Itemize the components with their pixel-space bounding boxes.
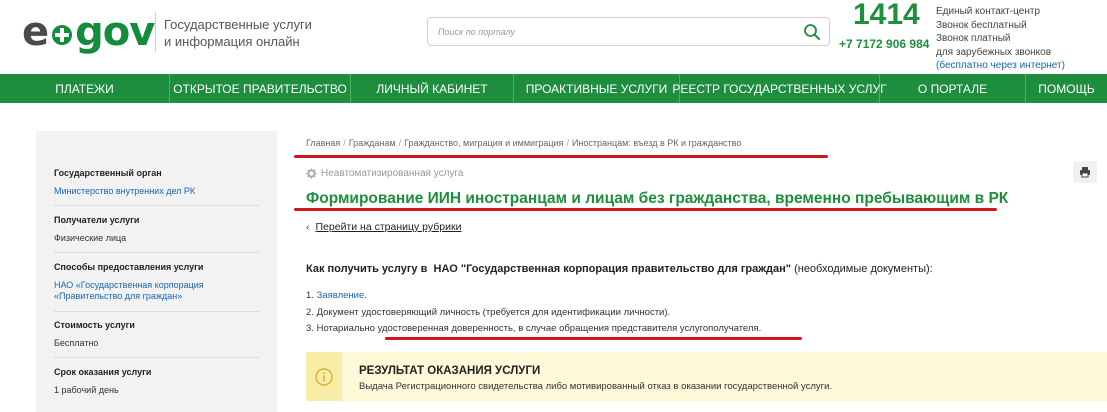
logo-e-letter: e: [22, 9, 50, 55]
phone-full-number[interactable]: +7 7172 906 984: [839, 37, 929, 51]
doc-text: Документ удостоверяющий личность (требуе…: [316, 306, 671, 318]
doc-text: Нотариально удостоверенная доверенность,…: [316, 323, 762, 334]
egov-logo[interactable]: e gov: [22, 9, 155, 55]
chevron-left-icon: ‹: [306, 221, 310, 233]
service-result-box: РЕЗУЛЬТАТ ОКАЗАНИЯ УСЛУГИ Выдача Регистр…: [306, 352, 1107, 401]
sidebar-block-cost: Стоимость услуги Бесплатно: [54, 320, 259, 349]
service-type-label: Неавтоматизированная услуга: [321, 168, 464, 179]
application-link[interactable]: Заявление: [317, 290, 365, 301]
result-icon-box: [306, 352, 342, 401]
contact-line: Единый контакт-центр: [936, 6, 1041, 17]
sidebar-block-recipients: Получатели услуги Физические лица: [54, 215, 259, 244]
list-item: 3. Нотариально удостоверенная довереннос…: [306, 322, 761, 339]
sidebar-title: Государственный орган: [54, 168, 162, 178]
service-info-sidebar: Государственный орган Министерство внутр…: [36, 131, 277, 412]
result-title: РЕЗУЛЬТАТ ОКАЗАНИЯ УСЛУГИ: [359, 365, 541, 377]
nav-item-about[interactable]: О ПОРТАЛЕ: [880, 74, 1026, 103]
logo-gov-text: gov: [75, 9, 155, 55]
contact-center-info: Единый контакт-центр Звонок бесплатный З…: [936, 5, 1106, 73]
page-title: Формирование ИИН иностранцам и лицам без…: [306, 190, 1009, 207]
result-text: Выдача Регистрационного свидетельства ли…: [359, 381, 833, 392]
sidebar-value: 1 рабочий день: [54, 385, 119, 395]
method-line-2: «Правительство для граждан»: [54, 291, 183, 301]
main-nav: ПЛАТЕЖИ ОТКРЫТОЕ ПРАВИТЕЛЬСТВО ЛИЧНЫЙ КА…: [0, 74, 1107, 103]
breadcrumb: Главная / Гражданам / Гражданство, миграция …: [306, 138, 741, 148]
doc-number: 1.: [306, 290, 314, 301]
tagline-line-second: и информация онлайн: [164, 34, 300, 49]
how-to-suffix: (необходимые документы):: [794, 263, 933, 275]
how-to-prefix: Как получить услугу в: [306, 263, 428, 275]
sidebar-title: Срок оказания услуги: [54, 367, 152, 377]
red-underline-breadcrumb: [294, 155, 828, 158]
sidebar-divider: [54, 252, 259, 253]
logo-plus-icon: [52, 25, 73, 45]
red-underline-title: [294, 208, 997, 211]
sidebar-value-method-link[interactable]: НАО «Государственная корпорация «Правите…: [54, 280, 259, 302]
contact-line-abroad: для зарубежных звонков: [936, 46, 1052, 58]
site-tagline: Государственные услуги и информация онла…: [164, 16, 364, 50]
sidebar-title: Стоимость услуги: [54, 320, 135, 330]
search-box[interactable]: [427, 17, 830, 46]
sidebar-block-duration: Срок оказания услуги 1 рабочий день: [54, 367, 259, 396]
sidebar-block-agency: Государственный орган Министерство внутр…: [54, 168, 259, 197]
phone-short-number[interactable]: 1414: [853, 0, 920, 32]
doc-tail: .: [364, 290, 367, 301]
nav-item-services-registry[interactable]: РЕЕСТР ГОСУДАРСТВЕННЫХ УСЛУГ: [672, 74, 887, 103]
sidebar-block-methods: Способы предоставления услуги НАО «Госуд…: [54, 262, 259, 302]
how-to-org: НАО "Государственная корпорация правител…: [433, 263, 792, 275]
nav-item-open-government[interactable]: ОТКРЫТОЕ ПРАВИТЕЛЬСТВО: [170, 74, 351, 103]
sidebar-divider: [54, 311, 259, 312]
how-to-heading: Как получить услугу в НАО "Государственн…: [306, 263, 933, 275]
nav-item-personal-cabinet[interactable]: ЛИЧНЫЙ КАБИНЕТ: [351, 74, 514, 103]
search-input[interactable]: [438, 24, 798, 40]
breadcrumb-separator: /: [398, 138, 402, 148]
breadcrumb-item-foreigners[interactable]: Иностранцам: въезд в РК и гражданство: [572, 138, 741, 148]
tagline-line: Государственные услуги: [164, 17, 312, 32]
gear-icon: [306, 168, 317, 179]
doc-number: 2.: [306, 306, 314, 318]
sidebar-title: Получатели услуги: [54, 215, 140, 225]
doc-number: 3.: [306, 323, 314, 334]
method-line-1: НАО «Государственная корпорация: [54, 280, 204, 290]
breadcrumb-item-home[interactable]: Главная: [306, 138, 340, 148]
breadcrumb-separator: /: [566, 138, 569, 148]
sidebar-value: Бесплатно: [54, 338, 99, 348]
sidebar-value: Физические лица: [54, 233, 127, 243]
print-button[interactable]: [1073, 161, 1097, 183]
sidebar-divider: [54, 357, 259, 358]
back-to-category-link[interactable]: ‹ Перейти на страницу рубрики: [306, 221, 461, 233]
nav-item-help[interactable]: ПОМОЩЬ: [1026, 74, 1107, 103]
sidebar-title: Способы предоставления услуги: [54, 262, 204, 272]
breadcrumb-separator: /: [343, 138, 346, 148]
breadcrumb-item-citizens[interactable]: Гражданам: [349, 138, 396, 148]
required-documents-list: 1. Заявление. 2. Документ удостоверяющий…: [306, 289, 761, 339]
list-item: 2. Документ удостоверяющий личность (тре…: [306, 306, 761, 323]
contact-line-free: Звонок бесплатный: [936, 19, 1027, 31]
search-icon[interactable]: [803, 23, 821, 41]
sidebar-value-agency[interactable]: Министерство внутренних дел РК: [54, 186, 259, 197]
nav-item-payments[interactable]: ПЛАТЕЖИ: [0, 74, 170, 103]
info-icon: [315, 367, 333, 386]
logo-divider: [155, 12, 156, 52]
contact-internet-link[interactable]: (бесплатно через интернет): [936, 59, 1106, 73]
sidebar-divider: [54, 205, 259, 206]
contact-line-paid: Звонок платный: [936, 33, 1011, 45]
list-item: 1. Заявление.: [306, 289, 761, 306]
back-link-text: Перейти на страницу рубрики: [315, 221, 462, 233]
breadcrumb-item-citizenship[interactable]: Гражданство, миграция и иммиграция: [404, 138, 563, 148]
nav-item-proactive-services[interactable]: ПРОАКТИВНЫЕ УСЛУГИ: [514, 74, 680, 103]
printer-icon: [1080, 167, 1090, 178]
site-header: e gov Государственные услуги и информаци…: [0, 0, 1107, 74]
